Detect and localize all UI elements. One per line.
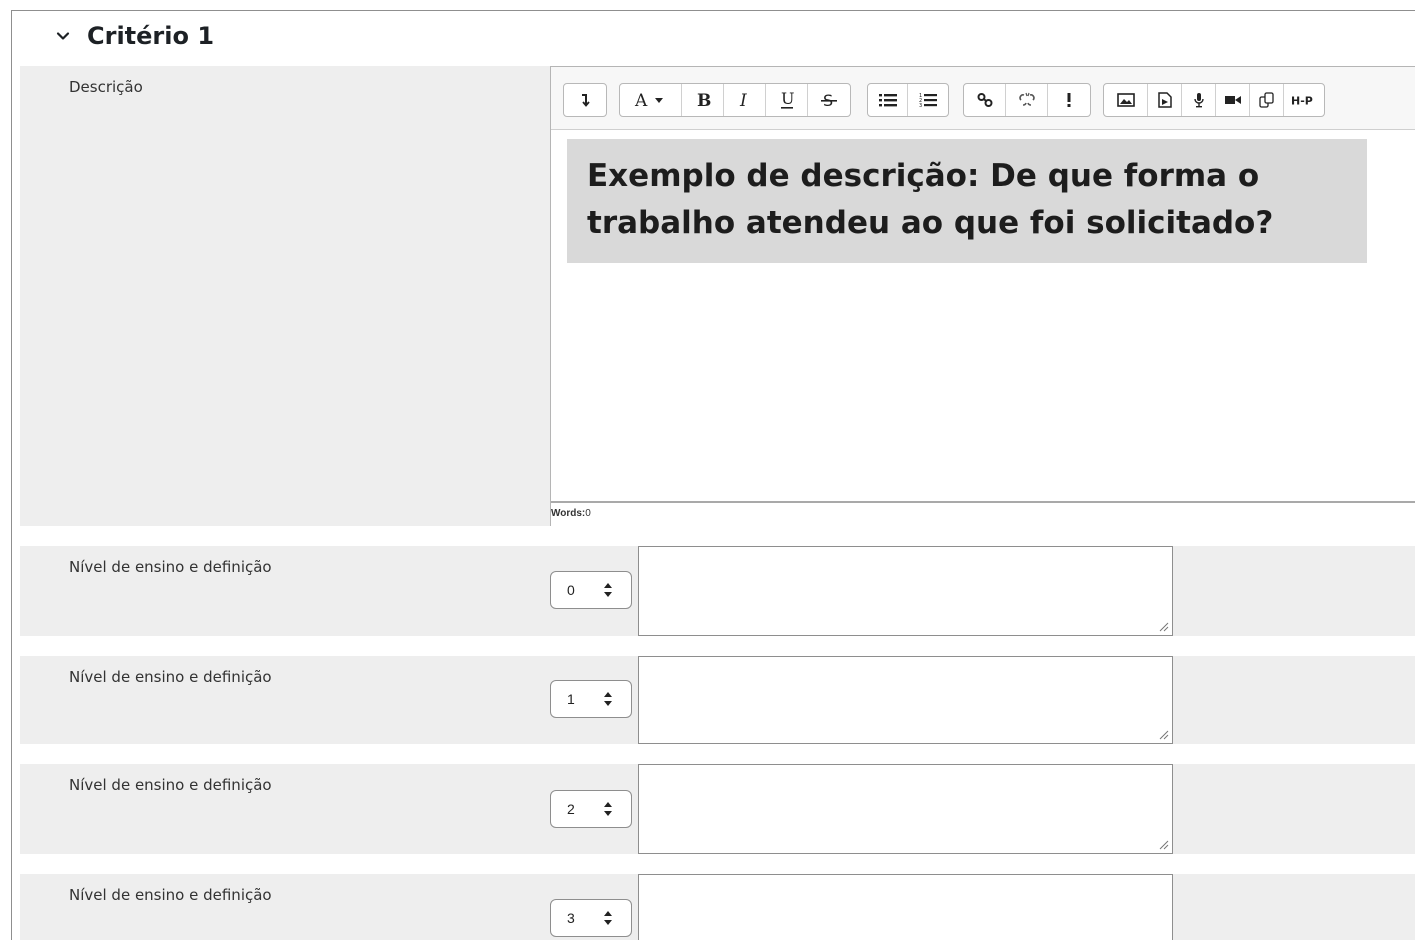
description-editor[interactable]: A B I U S 123: [550, 66, 1415, 526]
toolbar-group-links: [963, 83, 1091, 117]
sort-arrows-icon: [604, 911, 612, 925]
word-count-label: Words:: [551, 508, 586, 519]
bold-icon[interactable]: B: [682, 84, 724, 116]
level-score-select[interactable]: 3: [550, 899, 632, 937]
resize-grip-icon[interactable]: [1157, 620, 1169, 632]
word-count-value: 0: [585, 508, 591, 519]
emoticon-icon[interactable]: [1048, 84, 1090, 116]
toolbar-group-media: H-P: [1103, 83, 1325, 117]
toolbar-group-collapse: [563, 83, 607, 117]
unlink-icon[interactable]: [1006, 84, 1048, 116]
sort-arrows-icon: [604, 802, 612, 816]
level-score-value: 1: [567, 691, 575, 707]
level-score-select[interactable]: 2: [550, 790, 632, 828]
section-title: Critério 1: [87, 22, 215, 50]
italic-icon[interactable]: I: [724, 84, 766, 116]
level-score-value: 3: [567, 910, 575, 926]
svg-text:3: 3: [919, 103, 922, 108]
description-content-text: Exemplo de descrição: De que forma o tra…: [587, 158, 1274, 241]
level-label: Nível de ensino e definição: [69, 886, 272, 904]
unordered-list-icon[interactable]: [868, 84, 908, 116]
editor-status-bar: Words:0: [551, 501, 1415, 526]
word-count: Words:0: [551, 508, 591, 519]
sort-arrows-icon: [604, 692, 612, 706]
description-highlight-box: Exemplo de descrição: De que forma o tra…: [567, 139, 1367, 263]
description-label: Descrição: [69, 78, 143, 96]
fieldset-border-left: [11, 10, 12, 940]
editor-toolbar: A B I U S 123: [551, 67, 1415, 130]
level-score-value: 0: [567, 582, 575, 598]
ordered-list-icon[interactable]: 123: [908, 84, 948, 116]
criterion-section-toggle[interactable]: Critério 1: [55, 18, 214, 54]
link-icon[interactable]: [964, 84, 1006, 116]
record-audio-icon[interactable]: [1182, 84, 1216, 116]
underline-icon[interactable]: U: [766, 84, 808, 116]
level-label: Nível de ensino e definição: [69, 668, 272, 686]
level-definition-textarea[interactable]: [638, 764, 1173, 854]
svg-text:I: I: [739, 91, 747, 109]
h5p-icon[interactable]: H-P: [1284, 84, 1324, 116]
media-icon[interactable]: [1148, 84, 1182, 116]
level-definition-textarea[interactable]: [638, 656, 1173, 744]
svg-text:A: A: [634, 91, 648, 109]
svg-text:U: U: [781, 90, 794, 108]
level-score-value: 2: [567, 801, 575, 817]
level-label: Nível de ensino e definição: [69, 776, 272, 794]
level-definition-textarea[interactable]: [638, 546, 1173, 636]
resize-grip-icon[interactable]: [1157, 838, 1169, 850]
strikethrough-icon[interactable]: S: [808, 84, 850, 116]
collapse-icon[interactable]: [564, 84, 606, 116]
record-video-icon[interactable]: [1216, 84, 1250, 116]
svg-text:H-P: H-P: [1291, 95, 1313, 107]
level-score-select[interactable]: 0: [550, 571, 632, 609]
manage-files-icon[interactable]: [1250, 84, 1284, 116]
font-color-icon[interactable]: A: [620, 84, 682, 116]
toolbar-group-style: A B I U S: [619, 83, 851, 117]
fieldset-border-top: [12, 10, 1415, 11]
chevron-down-icon: [55, 28, 71, 44]
resize-grip-icon[interactable]: [1157, 728, 1169, 740]
image-icon[interactable]: [1104, 84, 1148, 116]
svg-text:B: B: [697, 91, 711, 109]
sort-arrows-icon: [604, 583, 612, 597]
editor-content-area[interactable]: Exemplo de descrição: De que forma o tra…: [567, 139, 1367, 499]
toolbar-group-lists: 123: [867, 83, 949, 117]
level-definition-textarea[interactable]: [638, 874, 1173, 940]
level-score-select[interactable]: 1: [550, 680, 632, 718]
level-label: Nível de ensino e definição: [69, 558, 272, 576]
